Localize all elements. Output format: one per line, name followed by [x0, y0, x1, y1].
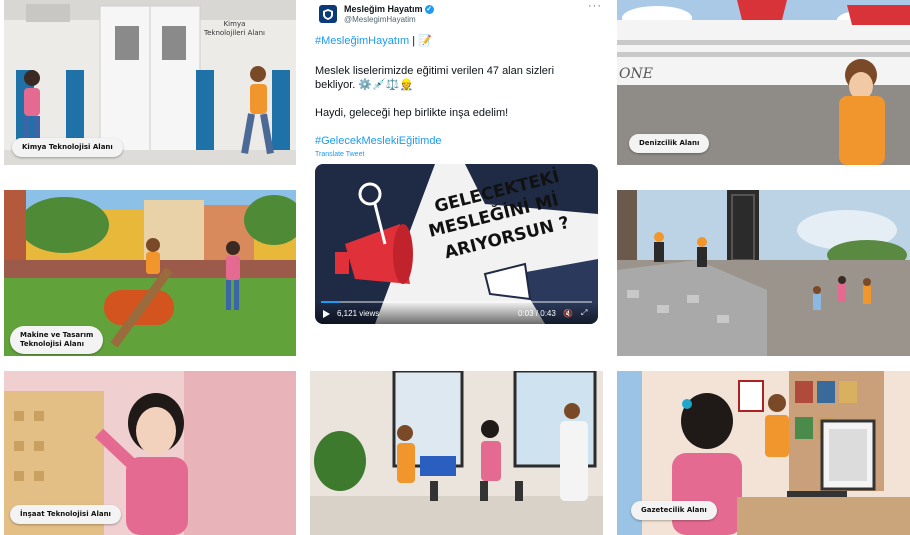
tweet-line-1: #MesleğimHayatım | 📝: [315, 34, 432, 48]
hashtag-gelecek[interactable]: #GelecekMeslekiEğitimde: [315, 134, 442, 148]
tweet-body-3: Haydi, geleceği hep birlikte inşa edelim…: [315, 107, 509, 119]
tweet-card[interactable]: Mesleğim Hayatım ✓ @MeslegimHayatim ··· #…: [310, 0, 603, 358]
account-handle[interactable]: @MeslegimHayatim: [344, 15, 416, 24]
journalism-caption: Gazetecilik Alanı: [631, 501, 717, 520]
video-progress-fill: [321, 301, 340, 303]
tweet-body-2: bekliyor. ⚙️💉⚖️👷: [315, 79, 414, 91]
fullscreen-icon[interactable]: ⤢: [581, 308, 587, 318]
mute-icon[interactable]: 🔇: [563, 309, 573, 318]
laboratory-scene: [310, 371, 603, 535]
construction-tile[interactable]: İnşaat Teknolojisi Alanı: [4, 371, 296, 535]
account-avatar[interactable]: [319, 5, 337, 23]
construction-caption: İnşaat Teknolojisi Alanı: [10, 505, 121, 524]
more-options-icon[interactable]: ···: [588, 0, 602, 12]
ship-name: ONE: [619, 66, 653, 82]
journalism-tile[interactable]: Gazetecilik Alanı: [617, 371, 910, 535]
video-views: 6,121 views: [337, 309, 380, 318]
laboratory-tile[interactable]: [310, 371, 603, 535]
chemistry-tile[interactable]: Kimya Teknolojileri Alanı Kimya Teknoloj…: [4, 0, 296, 165]
translate-tweet-link[interactable]: Translate Tweet: [315, 151, 364, 158]
hashtag-meslegim[interactable]: #MesleğimHayatım: [315, 35, 409, 47]
maritime-caption: Denizcilik Alanı: [629, 134, 710, 153]
maritime-tile[interactable]: ONE Denizcilik Alanı: [617, 0, 910, 165]
line1-suffix: | 📝: [409, 35, 432, 47]
video-time: 0:03 / 0:43: [518, 309, 556, 318]
machine-design-caption: Makine ve Tasarım Teknolojisi Alanı: [10, 326, 104, 354]
chemistry-caption: Kimya Teknolojisi Alanı: [12, 138, 123, 157]
verified-icon: ✓: [424, 5, 434, 15]
construction-site-scene: [617, 190, 910, 356]
play-icon[interactable]: [323, 310, 330, 318]
video-player[interactable]: GELECEKTEKİ MESLEĞİNİ Mİ ARIYORSUN ? 6,1…: [315, 164, 598, 324]
tweet-body-1: Meslek liselerimizde eğitimi verilen 47 …: [315, 65, 555, 77]
shield-icon: [323, 8, 333, 20]
construction-site-tile[interactable]: [617, 190, 910, 356]
account-name[interactable]: Mesleğim Hayatım ✓: [344, 4, 434, 15]
chemistry-sign: Kimya Teknolojileri Alanı: [204, 20, 265, 37]
machine-design-tile[interactable]: Makine ve Tasarım Teknolojisi Alanı: [4, 190, 296, 356]
video-progress-track[interactable]: [321, 301, 592, 303]
account-name-text: Mesleğim Hayatım: [344, 4, 423, 14]
